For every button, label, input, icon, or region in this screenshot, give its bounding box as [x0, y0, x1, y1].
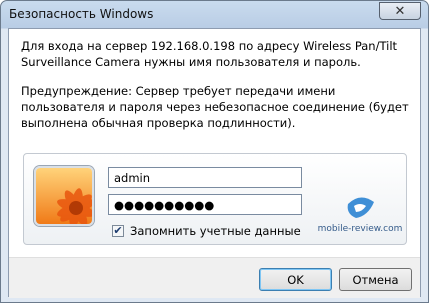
- remember-checkbox[interactable]: ✔: [112, 225, 124, 237]
- cancel-button[interactable]: Отмена: [339, 268, 412, 291]
- credential-tile: admin ●●●●●●●●●● ✔ Запомнить учетные дан…: [23, 153, 407, 245]
- username-field[interactable]: admin: [108, 167, 302, 188]
- password-field[interactable]: ●●●●●●●●●●: [108, 194, 302, 215]
- window-title: Безопасность Windows: [9, 7, 154, 21]
- watermark-logo: mobile-review.com: [316, 194, 404, 242]
- user-avatar: [34, 166, 94, 226]
- title-bar: Безопасность Windows ✕: [1, 1, 428, 29]
- remember-label: Запомнить учетные данные: [130, 224, 301, 238]
- flower-icon: [36, 168, 92, 224]
- server-message: Для входа на сервер 192.168.0.198 по адр…: [21, 39, 398, 69]
- close-button[interactable]: ✕: [379, 2, 421, 20]
- security-dialog: Безопасность Windows ✕ Для входа на серв…: [0, 0, 429, 303]
- check-icon: ✔: [113, 224, 123, 237]
- dialog-content: Для входа на сервер 192.168.0.198 по адр…: [8, 28, 421, 298]
- dialog-footer: OK Отмена: [9, 257, 420, 298]
- warning-message: Предупреждение: Сервер требует передачи …: [21, 84, 409, 130]
- close-icon: ✕: [394, 3, 406, 19]
- watermark-text: mobile-review.com: [317, 224, 403, 234]
- mobile-review-logo-icon: [347, 197, 374, 218]
- ok-button[interactable]: OK: [259, 268, 332, 291]
